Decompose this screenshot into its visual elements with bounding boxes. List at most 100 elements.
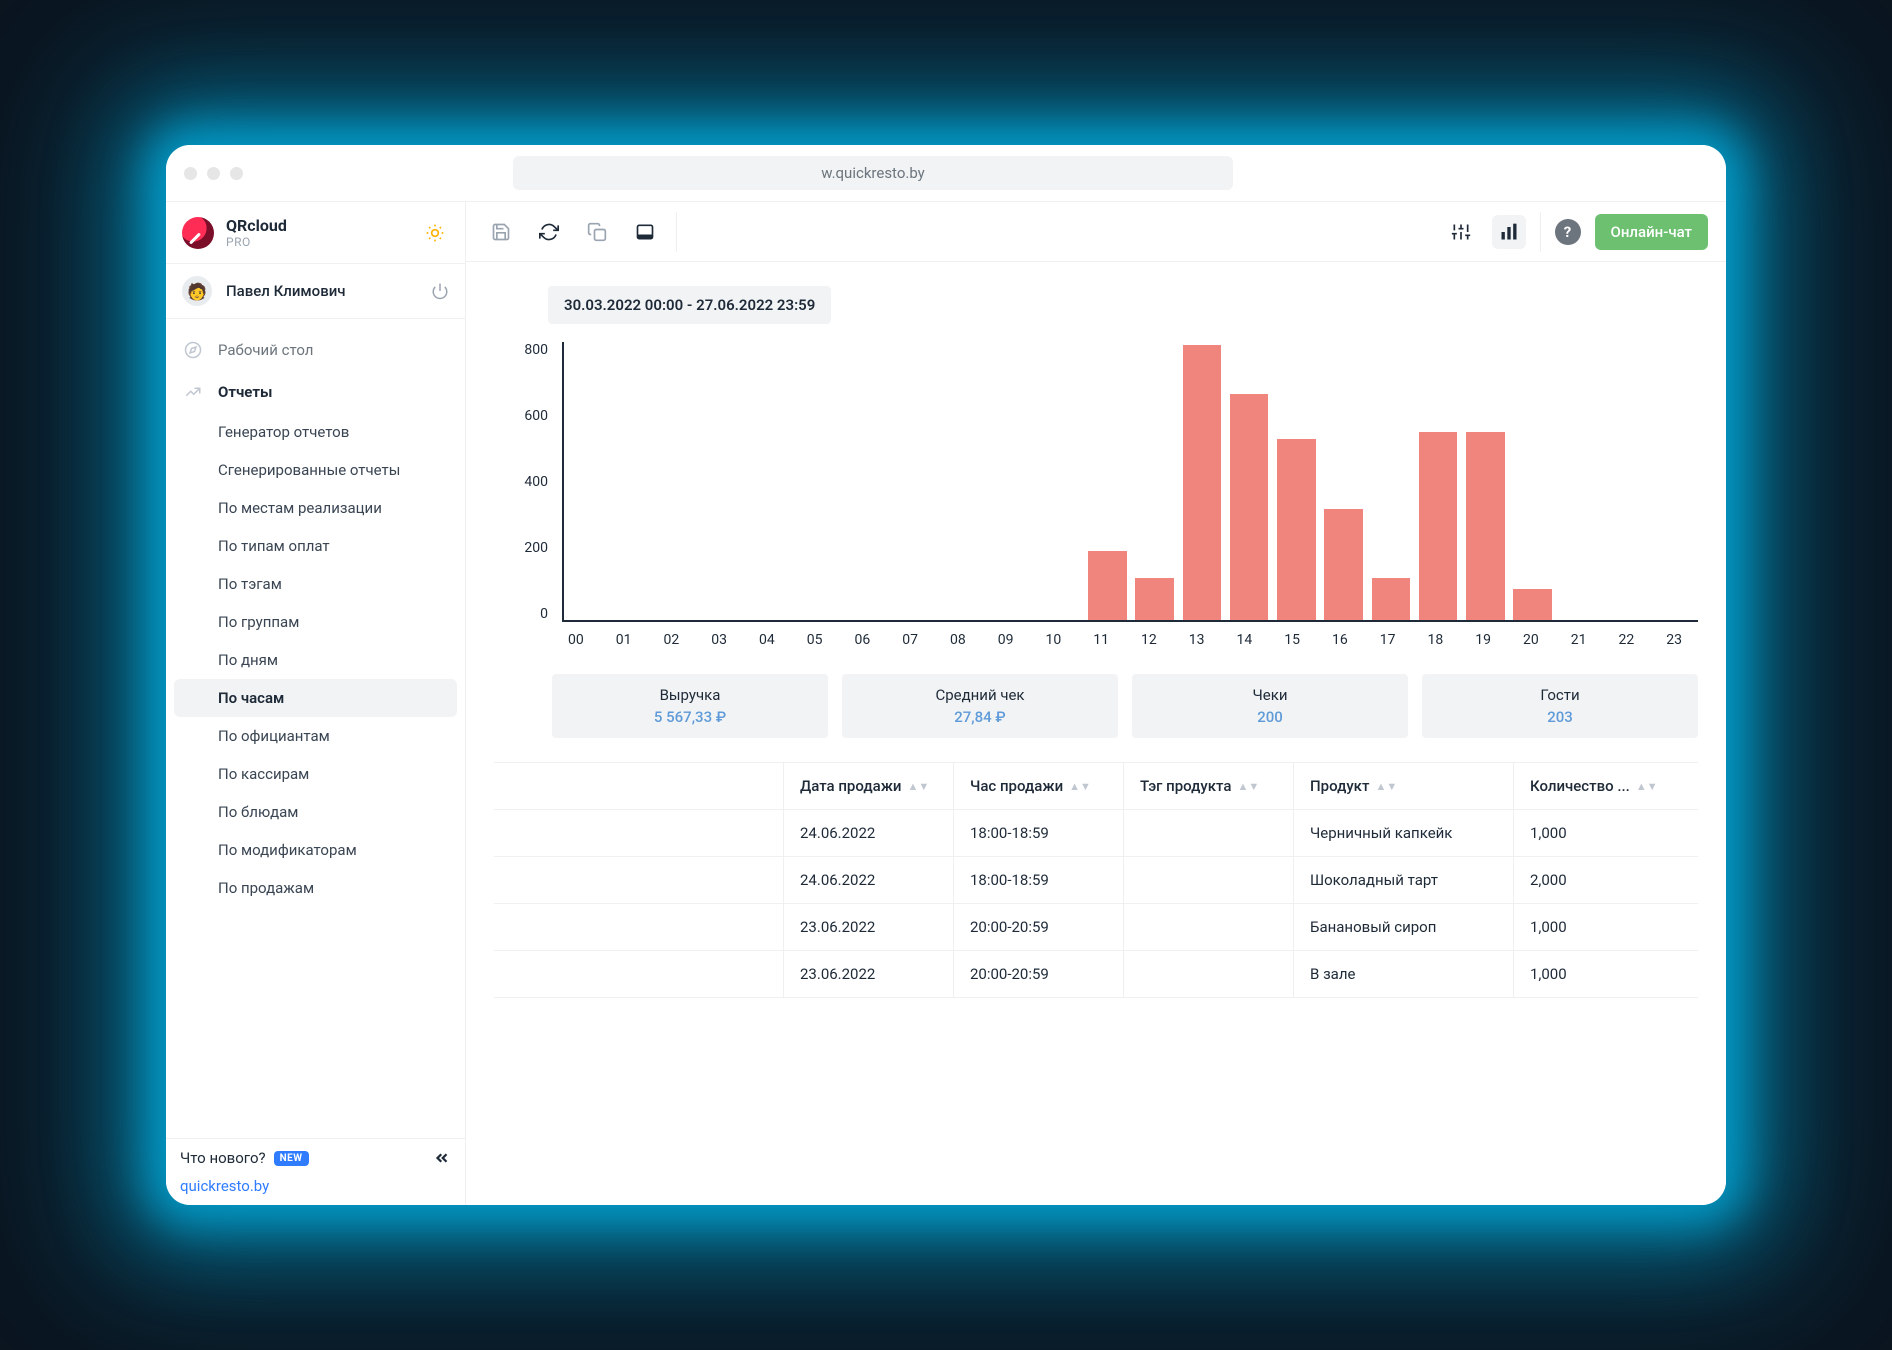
window: w.quickresto.by QRcloud PRO 🧑 Павел Клим… [166,145,1726,1205]
cell-date: 23.06.2022 [784,951,954,997]
x-tick: 15 [1268,632,1316,648]
bar[interactable] [1277,439,1316,620]
x-tick: 21 [1555,632,1603,648]
x-tick: 01 [600,632,648,648]
x-tick: 08 [934,632,982,648]
table-row[interactable]: 23.06.202220:00-20:59Банановый сироп1,00… [494,904,1698,951]
nav-sub-item[interactable]: По тэгам [166,565,465,603]
compass-icon [182,339,204,361]
bar-column [1178,342,1225,620]
bar[interactable] [1230,394,1269,620]
y-tick: 400 [524,474,548,490]
cell-qty: 1,000 [1514,904,1698,950]
x-tick: 10 [1030,632,1078,648]
theme-toggle[interactable] [421,219,449,247]
user-row[interactable]: 🧑 Павел Климович [166,263,465,319]
nav-sub-item[interactable]: По дням [166,641,465,679]
bar-chart-icon [1499,222,1519,242]
nav-sub-item[interactable]: По кассирам [166,755,465,793]
sort-icon: ▲▼ [1237,783,1259,790]
collapse-sidebar-button[interactable] [433,1149,451,1167]
nav-sub-item[interactable]: По местам реализации [166,489,465,527]
cell-product: Черничный капкейк [1294,810,1514,856]
url-bar[interactable]: w.quickresto.by [513,156,1233,190]
traffic-dot-max[interactable] [230,167,243,180]
data-table: Дата продажи▲▼ Час продажи▲▼ Тэг продукт… [494,762,1698,998]
bar-column [848,342,895,620]
help-button[interactable]: ? [1555,219,1581,245]
x-tick: 17 [1364,632,1412,648]
bar[interactable] [1088,551,1127,621]
kpi-card[interactable]: Чеки200 [1132,674,1408,738]
nav-sub-item[interactable]: По типам оплат [166,527,465,565]
bar[interactable] [1183,345,1222,620]
kpi-title: Выручка [560,686,820,704]
cell-blank [494,857,784,903]
cell-date: 23.06.2022 [784,904,954,950]
x-tick: 05 [791,632,839,648]
cell-hour: 18:00-18:59 [954,857,1124,903]
date-range-chip[interactable]: 30.03.2022 00:00 - 27.06.2022 23:59 [548,286,831,324]
table-row[interactable]: 24.06.202218:00-18:59Шоколадный тарт2,00… [494,857,1698,904]
bar-column [895,342,942,620]
bar-column [1556,342,1603,620]
nav-sub-item[interactable]: По продажам [166,869,465,907]
col-date[interactable]: Дата продажи▲▼ [784,763,954,809]
bar[interactable] [1135,578,1174,620]
col-product[interactable]: Продукт▲▼ [1294,763,1514,809]
new-badge: NEW [274,1151,309,1166]
power-icon [431,282,449,300]
logout-button[interactable] [431,282,449,300]
bar-column [1651,342,1698,620]
refresh-button[interactable] [532,215,566,249]
x-tick: 07 [886,632,934,648]
bar[interactable] [1466,432,1505,620]
filter-button[interactable] [1444,215,1478,249]
bar-column [1415,342,1462,620]
col-qty[interactable]: Количество ...▲▼ [1514,763,1698,809]
kpi-card[interactable]: Выручка5 567,33 ₽ [552,674,828,738]
online-chat-button[interactable]: Онлайн-чат [1595,214,1708,250]
sun-icon [425,223,445,243]
x-tick: 22 [1603,632,1651,648]
traffic-dot-min[interactable] [207,167,220,180]
y-axis: 8006004002000 [504,342,556,622]
nav-sub-item[interactable]: По модификаторам [166,831,465,869]
nav-sub-item[interactable]: По часам [174,679,457,717]
nav-sub-item[interactable]: Сгенерированные отчеты [166,451,465,489]
whats-new[interactable]: Что нового? NEW [180,1149,451,1167]
col-tag[interactable]: Тэг продукта▲▼ [1124,763,1294,809]
bar[interactable] [1372,578,1411,620]
main: ? Онлайн-чат 30.03.2022 00:00 - 27.06.20… [466,202,1726,1205]
cell-product: В зале [1294,951,1514,997]
nav-sub-item[interactable]: По блюдам [166,793,465,831]
display-button[interactable] [628,215,662,249]
bar-column [564,342,611,620]
user-name: Павел Климович [226,282,346,300]
save-button[interactable] [484,215,518,249]
nav-sub-item[interactable]: По официантам [166,717,465,755]
nav-sub-item[interactable]: Генератор отчетов [166,413,465,451]
bar[interactable] [1513,589,1552,620]
copy-button[interactable] [580,215,614,249]
nav-reports[interactable]: Отчеты [166,371,465,413]
content: 30.03.2022 00:00 - 27.06.2022 23:59 8006… [466,262,1726,1205]
nav-sub-item[interactable]: По группам [166,603,465,641]
col-blank [494,763,784,809]
site-link[interactable]: quickresto.by [180,1177,451,1195]
traffic-dot-close[interactable] [184,167,197,180]
chart-view-button[interactable] [1492,215,1526,249]
kpi-card[interactable]: Средний чек27,84 ₽ [842,674,1118,738]
bar[interactable] [1419,432,1458,620]
kpi-card[interactable]: Гости203 [1422,674,1698,738]
nav: Рабочий стол Отчеты Генератор отчетовСге… [166,319,465,1138]
x-tick: 12 [1125,632,1173,648]
bar-column [1226,342,1273,620]
table-row[interactable]: 24.06.202218:00-18:59Черничный капкейк1,… [494,810,1698,857]
table-row[interactable]: 23.06.202220:00-20:59В зале1,000 [494,951,1698,998]
cell-tag [1124,904,1294,950]
col-hour[interactable]: Час продажи▲▼ [954,763,1124,809]
bar-column [706,342,753,620]
nav-dashboard[interactable]: Рабочий стол [166,329,465,371]
bar[interactable] [1324,509,1363,620]
